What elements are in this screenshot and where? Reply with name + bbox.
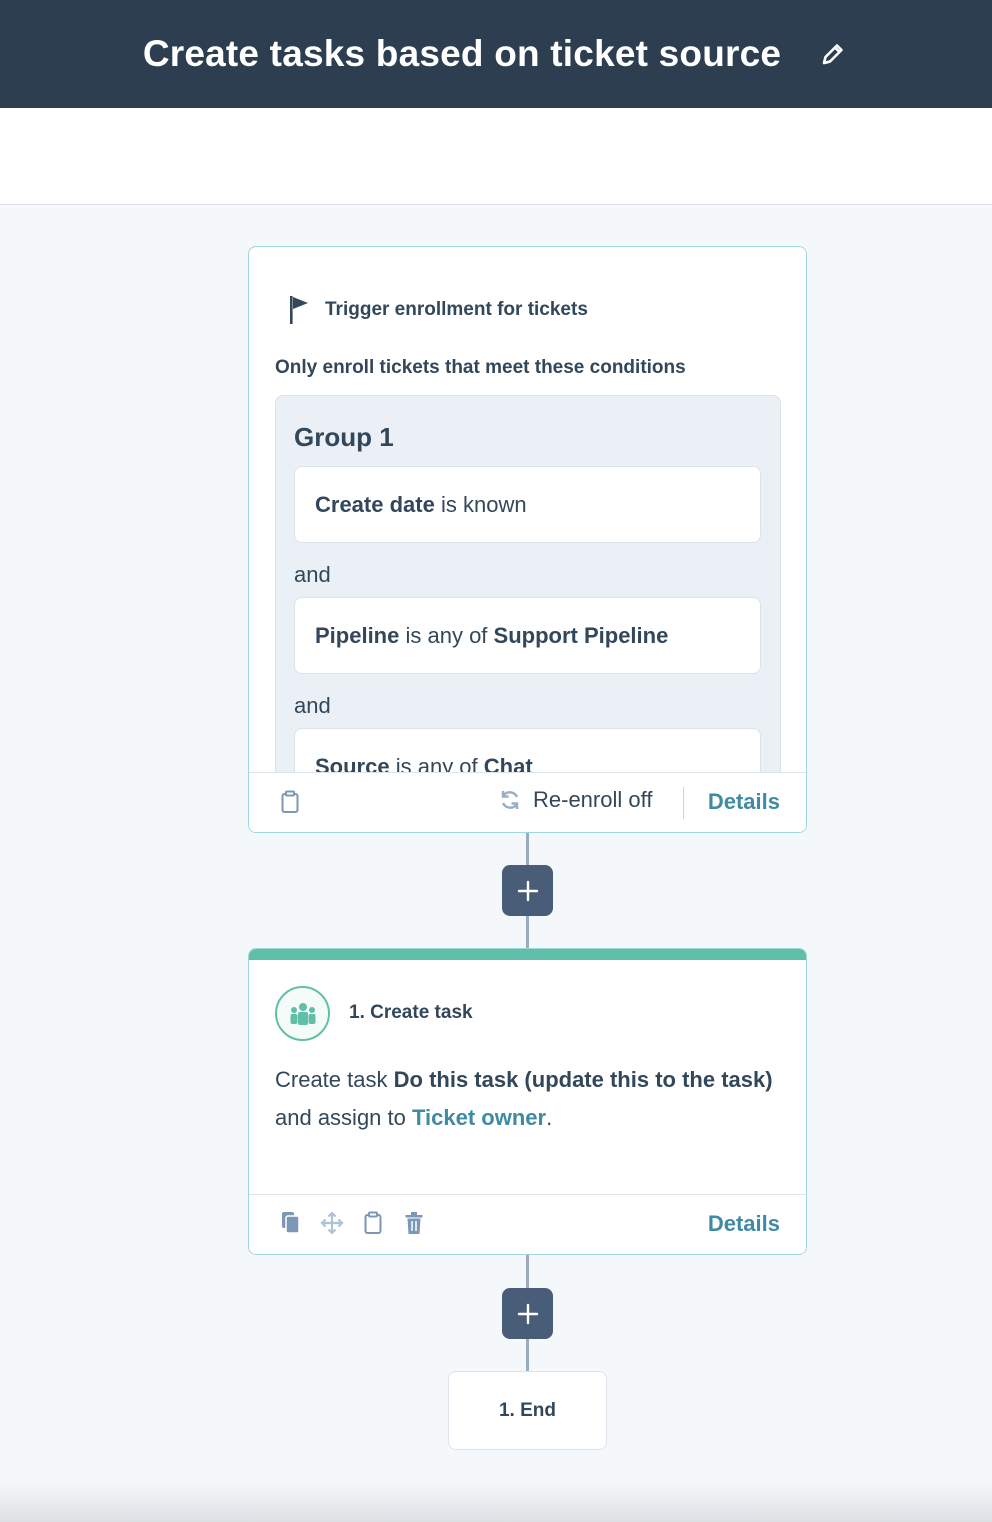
action-footer: Details: [249, 1194, 806, 1254]
condition-operator: is any of: [405, 622, 488, 648]
condition-pipeline[interactable]: Pipeline is any of Support Pipeline: [294, 597, 761, 674]
create-task-action-card[interactable]: 1. Create task Create task Do this task …: [248, 948, 807, 1255]
conditions-intro: Only enroll tickets that meet these cond…: [275, 357, 686, 378]
reenroll-toggle[interactable]: Re-enroll off: [499, 787, 652, 813]
footer-divider: [683, 787, 684, 819]
trigger-footer: Re-enroll off Details: [249, 772, 806, 832]
clipboard-icon[interactable]: [279, 788, 301, 816]
connector-line: [526, 1339, 529, 1372]
add-action-button[interactable]: [502, 865, 553, 916]
group-title: Group 1: [294, 422, 394, 452]
action-details-link[interactable]: Details: [708, 1211, 780, 1237]
trigger-details-link[interactable]: Details: [708, 789, 780, 815]
condition-value: Support Pipeline: [493, 622, 669, 648]
toolbar-area: [0, 108, 992, 205]
move-icon[interactable]: [319, 1209, 345, 1237]
connector-line: [526, 916, 529, 949]
connector-line: [526, 1255, 529, 1289]
action-title: 1. Create task: [349, 1002, 473, 1023]
end-node[interactable]: 1. End: [448, 1371, 607, 1450]
condition-group: Group 1 Create date is known and Pipelin…: [275, 395, 781, 795]
trigger-heading: Trigger enrollment for tickets: [287, 295, 588, 325]
connector-line: [526, 833, 529, 866]
condition-property: Create date: [315, 491, 435, 517]
action-description: Create task Do this task (update this to…: [275, 1067, 773, 1130]
condition-create-date[interactable]: Create date is known: [294, 466, 761, 543]
team-icon: [275, 986, 330, 1041]
task-name: Do this task (update this to the task): [393, 1067, 773, 1092]
assignee-link[interactable]: Ticket owner: [412, 1105, 546, 1130]
condition-property: Pipeline: [315, 622, 400, 648]
and-label: and: [294, 693, 331, 718]
add-action-button[interactable]: [502, 1288, 553, 1339]
flag-icon: [287, 295, 313, 325]
bottom-shadow: [0, 1482, 992, 1522]
reenroll-label: Re-enroll off: [533, 787, 653, 812]
copy-icon[interactable]: [279, 1209, 303, 1237]
action-accent-bar: [249, 949, 806, 960]
plus-icon: [517, 880, 538, 901]
pencil-icon[interactable]: [817, 38, 849, 70]
workflow-title: Create tasks based on ticket source: [142, 33, 782, 74]
trash-icon[interactable]: [403, 1209, 425, 1237]
clipboard-icon[interactable]: [361, 1209, 385, 1237]
workflow-header: Create tasks based on ticket source: [0, 0, 992, 108]
condition-operator: is known: [440, 491, 527, 517]
plus-icon: [517, 1303, 538, 1324]
refresh-icon: [501, 791, 519, 809]
and-label: and: [294, 562, 331, 587]
trigger-card[interactable]: Trigger enrollment for tickets Only enro…: [248, 246, 807, 833]
